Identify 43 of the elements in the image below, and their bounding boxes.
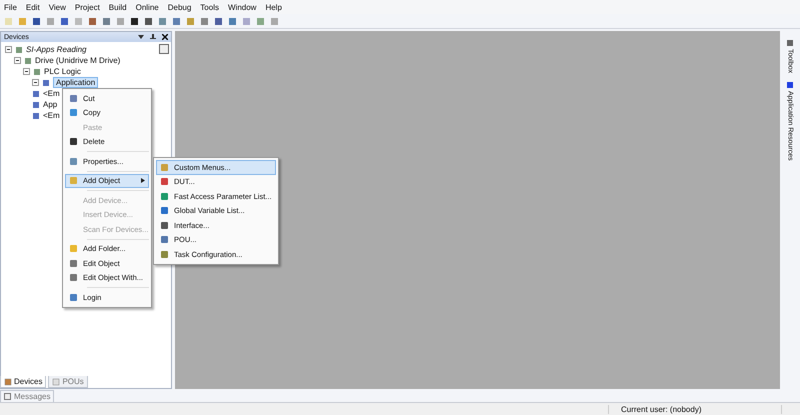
dropdown-icon[interactable] bbox=[138, 34, 144, 40]
node-icon bbox=[24, 56, 32, 64]
tab-icon bbox=[4, 393, 11, 400]
node-icon bbox=[33, 68, 41, 76]
status-text: Current user: (nobody) bbox=[608, 404, 782, 414]
tree-item[interactable]: Application bbox=[53, 77, 98, 88]
tree-item[interactable]: <Em bbox=[43, 89, 60, 98]
node-icon bbox=[15, 46, 23, 54]
dropdown-button[interactable] bbox=[159, 44, 169, 54]
tree-item[interactable]: SI-Apps Reading bbox=[26, 45, 86, 54]
pin-icon[interactable] bbox=[150, 34, 156, 40]
menu-item[interactable]: Edit bbox=[26, 2, 40, 12]
panel-tab[interactable]: POUs bbox=[48, 376, 88, 388]
tree-item[interactable]: App bbox=[43, 100, 58, 109]
tree-item[interactable]: <Em bbox=[43, 111, 60, 120]
tab-icon bbox=[52, 378, 60, 386]
collapse-icon[interactable] bbox=[32, 79, 39, 86]
tab-icon bbox=[786, 39, 794, 47]
node-icon bbox=[32, 112, 40, 120]
menu-item[interactable]: Window bbox=[228, 2, 256, 12]
menu-item[interactable]: View bbox=[48, 2, 66, 12]
collapse-icon[interactable] bbox=[23, 68, 30, 75]
menu-item[interactable]: Help bbox=[265, 2, 282, 12]
menu-item[interactable]: Project bbox=[74, 2, 100, 12]
menu-icon bbox=[69, 137, 78, 146]
menu-item[interactable]: Build bbox=[108, 2, 127, 12]
tree-item[interactable]: Drive (Unidrive M Drive) bbox=[35, 56, 120, 65]
menu-item[interactable]: Tools bbox=[200, 2, 219, 12]
node-icon bbox=[32, 100, 40, 108]
tree-item[interactable]: PLC Logic bbox=[44, 67, 81, 76]
panel-tab[interactable]: Devices bbox=[0, 376, 46, 388]
menu-icon bbox=[69, 292, 78, 302]
collapse-icon[interactable] bbox=[5, 46, 12, 53]
menu-item[interactable]: Debug bbox=[168, 2, 192, 12]
menu-icon bbox=[69, 156, 78, 166]
close-icon[interactable] bbox=[162, 34, 168, 40]
menu-item[interactable]: Online bbox=[136, 2, 159, 12]
node-icon bbox=[32, 90, 40, 98]
tab-icon bbox=[786, 81, 794, 90]
menu-icon bbox=[69, 176, 78, 186]
menu-item[interactable]: File bbox=[4, 2, 17, 12]
node-icon bbox=[42, 78, 50, 86]
collapse-icon[interactable] bbox=[14, 57, 21, 64]
